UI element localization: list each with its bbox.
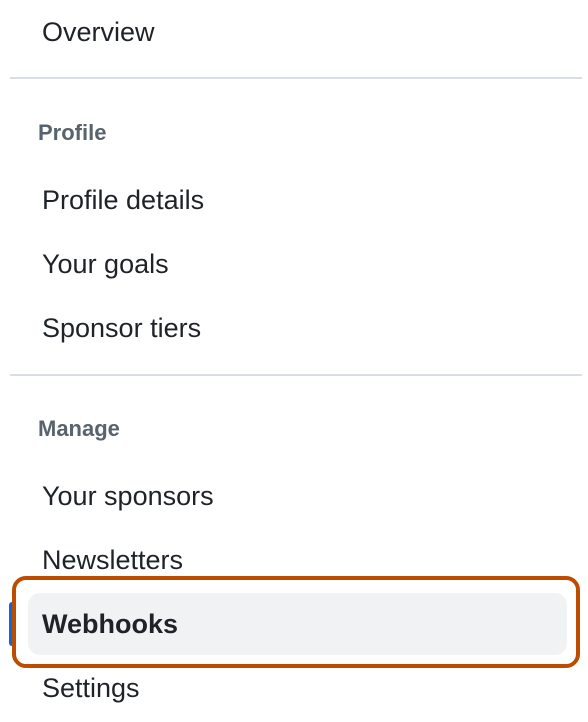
nav-item-sponsor-tiers[interactable]: Sponsor tiers — [42, 311, 201, 345]
nav-item-profile-details[interactable]: Profile details — [42, 183, 204, 217]
section-heading-manage: Manage — [38, 416, 120, 441]
nav-item-webhooks[interactable]: Webhooks — [42, 607, 178, 641]
section-divider — [10, 374, 582, 376]
nav-item-your-goals[interactable]: Your goals — [42, 247, 169, 281]
section-heading-profile: Profile — [38, 120, 107, 145]
nav-item-your-sponsors[interactable]: Your sponsors — [42, 479, 214, 513]
nav-item-overview[interactable]: Overview — [42, 15, 155, 49]
nav-item-settings[interactable]: Settings — [42, 671, 140, 705]
sponsors-sidebar-nav: Overview Profile Profile details Your go… — [0, 0, 588, 722]
active-item-marker — [9, 602, 15, 646]
section-divider — [10, 77, 582, 79]
nav-item-newsletters[interactable]: Newsletters — [42, 543, 183, 577]
